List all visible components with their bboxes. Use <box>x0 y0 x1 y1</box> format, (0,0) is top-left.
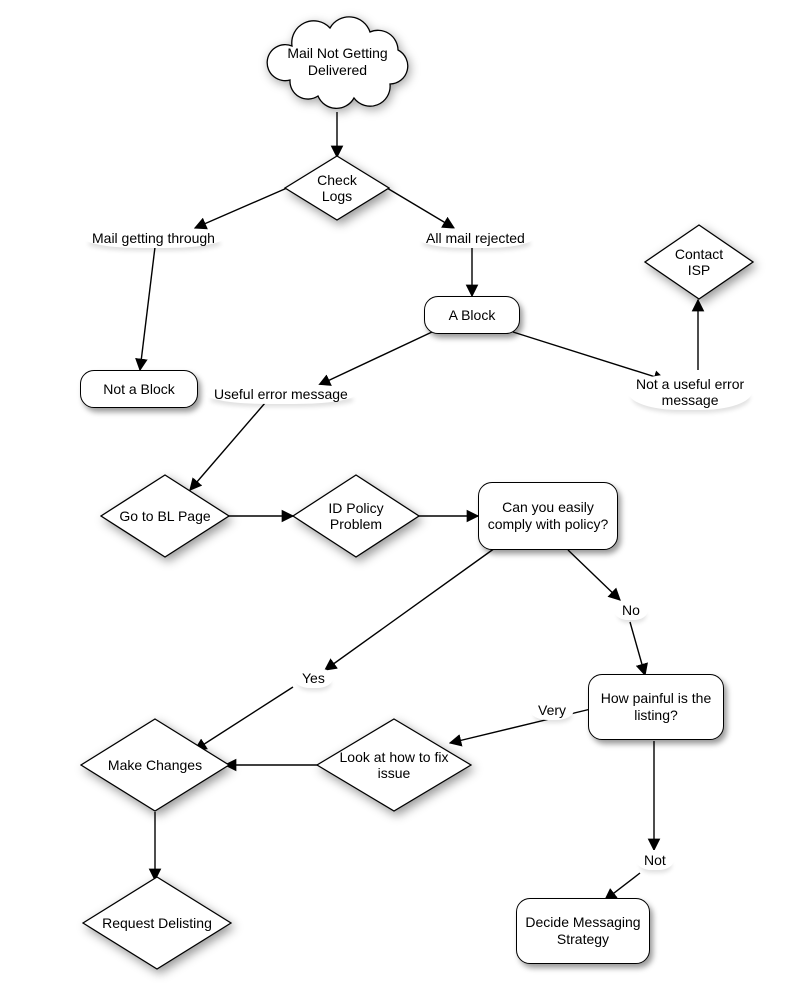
go-to-bl-decision: Go to BL Page <box>100 474 230 558</box>
id-policy-label: ID Policy Problem <box>292 474 420 558</box>
not-a-block-label: Not a Block <box>103 381 175 398</box>
a-block-box: A Block <box>424 296 520 334</box>
look-fix-label: Look at how to fix issue <box>316 718 472 812</box>
start-label: Mail Not Getting Delivered <box>260 12 415 112</box>
decide-strategy-label: Decide Messaging Strategy <box>523 914 643 948</box>
edge-useful-error: Useful error message <box>206 384 356 404</box>
edge-not: Not <box>636 850 674 870</box>
contact-isp-label: Contact ISP <box>644 224 754 300</box>
can-comply-label: Can you easily comply with policy? <box>485 499 611 533</box>
edge-yes: Yes <box>294 668 333 688</box>
check-logs-decision: Check Logs <box>284 155 390 221</box>
check-logs-label: Check Logs <box>284 155 390 221</box>
edge-very: Very <box>530 700 574 720</box>
go-to-bl-label: Go to BL Page <box>100 474 230 558</box>
id-policy-decision: ID Policy Problem <box>292 474 420 558</box>
request-delisting-decision: Request Delisting <box>82 876 232 970</box>
not-a-block-box: Not a Block <box>80 370 198 408</box>
edge-no: No <box>614 600 648 620</box>
contact-isp-decision: Contact ISP <box>644 224 754 300</box>
start-cloud: Mail Not Getting Delivered <box>260 12 415 112</box>
a-block-label: A Block <box>449 307 496 324</box>
make-changes-label: Make Changes <box>80 718 230 812</box>
make-changes-decision: Make Changes <box>80 718 230 812</box>
can-comply-box: Can you easily comply with policy? <box>478 482 618 550</box>
request-delisting-label: Request Delisting <box>82 876 232 970</box>
decide-strategy-box: Decide Messaging Strategy <box>516 898 650 964</box>
how-painful-box: How painful is the listing? <box>588 674 724 740</box>
edge-not-useful-error: Not a useful error message <box>628 374 752 410</box>
how-painful-label: How painful is the listing? <box>595 690 717 724</box>
edge-mail-through: Mail getting through <box>84 228 223 248</box>
edge-all-rejected: All mail rejected <box>418 228 533 248</box>
look-fix-decision: Look at how to fix issue <box>316 718 472 812</box>
